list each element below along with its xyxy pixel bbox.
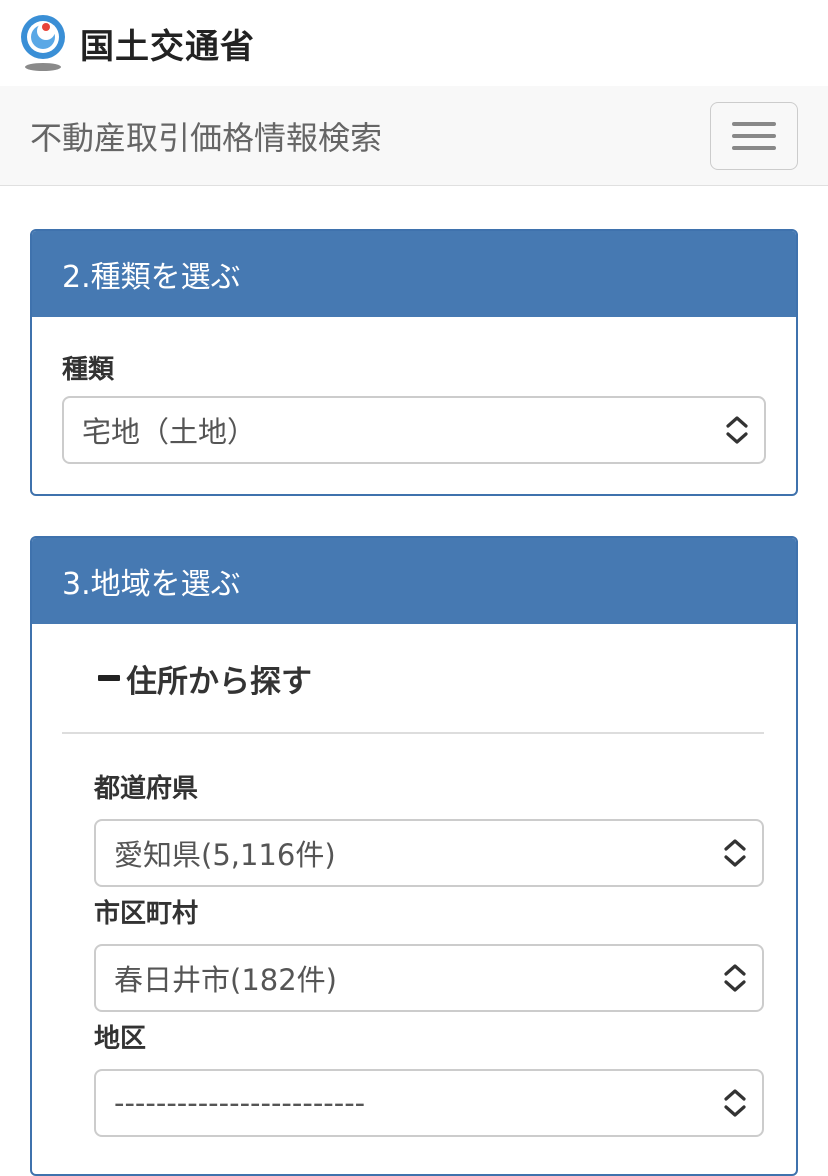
hamburger-bar bbox=[732, 121, 776, 126]
hamburger-bar bbox=[732, 145, 776, 150]
dash-bullet bbox=[98, 675, 120, 681]
type-select[interactable]: 宅地（土地） bbox=[62, 396, 766, 464]
navbar: 不動産取引価格情報検索 bbox=[0, 86, 828, 186]
select-chevron-icon bbox=[724, 964, 746, 992]
type-panel: 2.種類を選ぶ 種類 宅地（土地） bbox=[30, 229, 798, 496]
ministry-logo[interactable]: 国土交通省 bbox=[0, 0, 280, 86]
address-search-title-text: 住所から探す bbox=[126, 663, 312, 700]
region-panel: 3.地域を選ぶ 住所から探す 都道府県 愛知県(5,116件) 市区町村 春日井… bbox=[30, 536, 798, 1176]
type-panel-heading: 2.種類を選ぶ bbox=[32, 231, 796, 317]
prefecture-label: 都道府県 bbox=[94, 774, 199, 804]
select-chevron-icon bbox=[724, 839, 746, 867]
district-label: 地区 bbox=[94, 1024, 147, 1054]
prefecture-select[interactable]: 愛知県(5,116件) bbox=[94, 819, 764, 887]
district-select[interactable]: ------------------------ bbox=[94, 1069, 764, 1137]
mlit-logo-icon bbox=[16, 13, 70, 73]
type-select-value: 宅地（土地） bbox=[82, 415, 257, 449]
select-chevron-icon bbox=[724, 1089, 746, 1117]
district-select-value: ------------------------ bbox=[114, 1086, 366, 1120]
ministry-name: 国土交通省 bbox=[80, 26, 255, 67]
region-panel-heading: 3.地域を選ぶ bbox=[32, 538, 796, 624]
hamburger-bar bbox=[732, 133, 776, 138]
select-chevron-icon bbox=[726, 416, 748, 444]
site-title[interactable]: 不動産取引価格情報検索 bbox=[30, 113, 382, 159]
prefecture-select-value: 愛知県(5,116件) bbox=[114, 838, 336, 872]
hamburger-menu-button[interactable] bbox=[710, 101, 798, 170]
type-label: 種類 bbox=[62, 355, 115, 385]
city-label: 市区町村 bbox=[94, 899, 199, 929]
city-select-value: 春日井市(182件) bbox=[114, 963, 337, 997]
address-search-section-title: 住所から探す bbox=[62, 624, 764, 734]
city-select[interactable]: 春日井市(182件) bbox=[94, 944, 764, 1012]
